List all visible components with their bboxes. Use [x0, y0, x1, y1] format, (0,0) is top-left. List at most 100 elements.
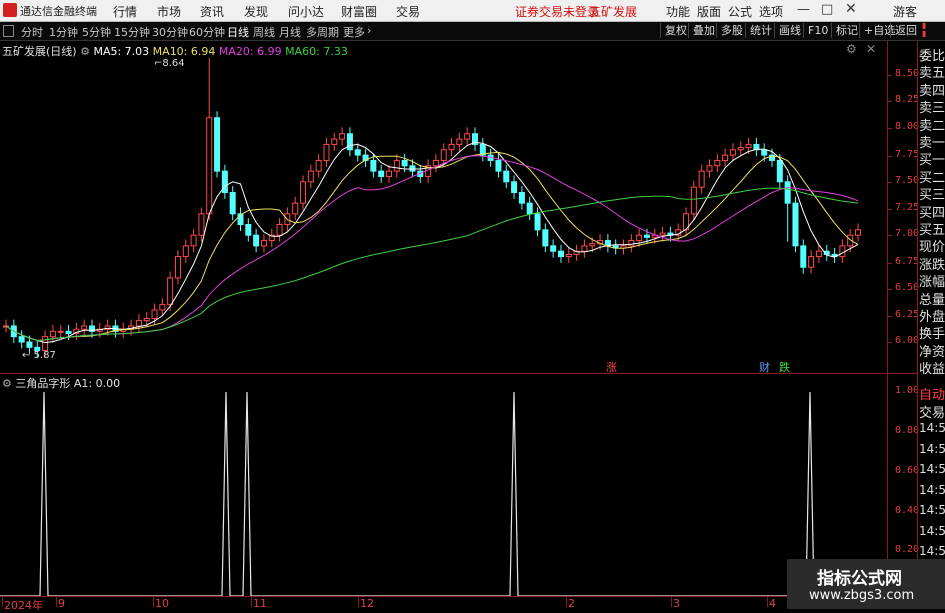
- quote-label: 卖五: [919, 66, 945, 82]
- menu-xuanxiang[interactable]: 选项: [759, 3, 783, 20]
- period-5min[interactable]: 5分钟: [82, 24, 111, 40]
- menu-banmian[interactable]: 版面: [697, 3, 721, 20]
- y-tick-mark: [887, 316, 892, 317]
- quote-label: 卖四: [919, 83, 945, 99]
- btn-fuquan[interactable]: 复权: [660, 23, 691, 38]
- menu-wenxiaoda[interactable]: 问小达: [288, 3, 324, 20]
- btn-f10[interactable]: F10: [803, 23, 832, 38]
- ma5-line: [5, 141, 859, 344]
- period-30min[interactable]: 30分钟: [152, 24, 188, 40]
- window-maximize-icon[interactable]: □: [821, 2, 833, 17]
- x-tick-label: 2024年: [4, 599, 43, 612]
- candle-body: [26, 341, 33, 348]
- ma5-label: MA5: 7.03: [93, 45, 150, 58]
- btn-duogu[interactable]: 多股: [716, 23, 747, 38]
- y-tick-label: 6.50: [895, 282, 920, 293]
- quote-label: 卖二: [919, 118, 945, 134]
- period-15min[interactable]: 15分钟: [114, 24, 150, 40]
- y-tick-label: 7.25: [895, 202, 920, 213]
- candle-body: [690, 186, 697, 215]
- candle-body: [589, 243, 596, 247]
- candle-body: [370, 159, 377, 172]
- tick-time: 14:56: [919, 503, 945, 517]
- candle-body: [260, 240, 267, 247]
- y-tick-mark: [887, 75, 892, 76]
- candle-body: [229, 191, 236, 215]
- period-daily[interactable]: 日线: [227, 24, 249, 40]
- candle-body: [565, 253, 572, 258]
- indicator-y-tick-label: 0.40: [895, 505, 920, 516]
- quote-label: 卖三: [919, 101, 945, 117]
- period-multi[interactable]: 多周期: [306, 24, 339, 40]
- candle-body: [503, 170, 510, 183]
- window-minimize-icon[interactable]: —: [797, 2, 810, 17]
- chart-settings-icon[interactable]: ⚙: [846, 42, 857, 56]
- more-chevron-icon[interactable]: ›: [367, 24, 371, 37]
- menu-shichang[interactable]: 市场: [157, 3, 181, 20]
- candle-body: [448, 143, 455, 151]
- menu-gongshi[interactable]: 公式: [728, 3, 752, 20]
- menu-jiaoyi[interactable]: 交易: [396, 3, 420, 20]
- period-monthly[interactable]: 月线: [279, 24, 301, 40]
- x-tick-label: 2: [568, 597, 575, 610]
- y-tick-label: 7.50: [895, 175, 920, 186]
- menu-gongneng[interactable]: 功能: [666, 3, 690, 20]
- candle-body: [276, 224, 283, 236]
- x-tick-mark: [251, 597, 252, 607]
- quote-label: 净资: [919, 344, 945, 360]
- ma10-line: [5, 151, 859, 342]
- candle-body: [440, 149, 447, 161]
- y-tick-label: 8.00: [895, 121, 920, 132]
- candle-body: [198, 213, 205, 236]
- quote-label: 买二: [919, 170, 945, 186]
- btn-back[interactable]: 返回: [890, 23, 921, 38]
- quote-label: 委比: [919, 49, 945, 64]
- quote-label: 换手: [919, 327, 945, 343]
- tick-time: 14:56: [919, 482, 945, 497]
- y-tick-mark: [887, 235, 892, 236]
- candle-body: [245, 224, 252, 236]
- candle-body: [159, 304, 166, 311]
- x-tick-mark: [767, 597, 768, 607]
- period-weekly[interactable]: 周线: [253, 24, 275, 40]
- trade-login-warning[interactable]: 证券交易未登录: [515, 3, 599, 20]
- period-60min[interactable]: 60分钟: [189, 24, 225, 40]
- menu-hangqing[interactable]: 行情: [113, 3, 137, 20]
- auto-trade-tab[interactable]: 自动: [919, 384, 945, 403]
- candle-body: [409, 165, 416, 172]
- menu-zixun[interactable]: 资讯: [200, 3, 224, 20]
- stock-name-alert: 五矿发展: [589, 5, 638, 19]
- tick-time: 14:56: [919, 462, 945, 476]
- y-tick-label: 7.00: [895, 228, 920, 239]
- settings-gear-icon[interactable]: ⚙: [80, 45, 93, 58]
- candle-body: [307, 170, 314, 183]
- candle-body: [354, 149, 361, 156]
- trade-tab[interactable]: 交易: [919, 402, 945, 421]
- x-tick-label: 12: [360, 597, 374, 610]
- user-guest[interactable]: 游客: [893, 3, 917, 20]
- period-fenshi[interactable]: 分时: [21, 24, 43, 40]
- period-more[interactable]: 更多: [343, 24, 365, 40]
- ma60-label: MA60: 7.33: [285, 45, 348, 58]
- level-indicator-icon: ▮ ▮: [922, 21, 927, 38]
- indicator-y-tick-label: 0.60: [895, 465, 920, 476]
- window-close-icon[interactable]: ✕: [845, 1, 857, 17]
- btn-tongji[interactable]: 统计: [745, 23, 776, 38]
- candle-body: [557, 250, 564, 258]
- menu-caifuquan[interactable]: 财富圈: [341, 3, 377, 20]
- kline-chart[interactable]: [0, 41, 887, 373]
- watermark-url: www.zbgs3.com: [809, 588, 915, 603]
- panel-toggle-icon[interactable]: [3, 25, 14, 37]
- chart-close-icon[interactable]: ✕: [866, 42, 876, 56]
- period-1min[interactable]: 1分钟: [49, 24, 78, 40]
- btn-biaoji[interactable]: 标记: [831, 23, 862, 38]
- btn-huaxian[interactable]: 画线: [774, 23, 805, 38]
- quote-label: 总量: [919, 292, 945, 308]
- btn-diejia[interactable]: 叠加: [688, 23, 719, 38]
- y-tick-label: 6.25: [895, 309, 920, 320]
- app-logo-icon: [3, 3, 17, 17]
- candle-body: [331, 138, 338, 145]
- indicator-chart[interactable]: [0, 374, 887, 596]
- candle-body: [292, 202, 299, 215]
- menu-faxian[interactable]: 发现: [244, 3, 268, 20]
